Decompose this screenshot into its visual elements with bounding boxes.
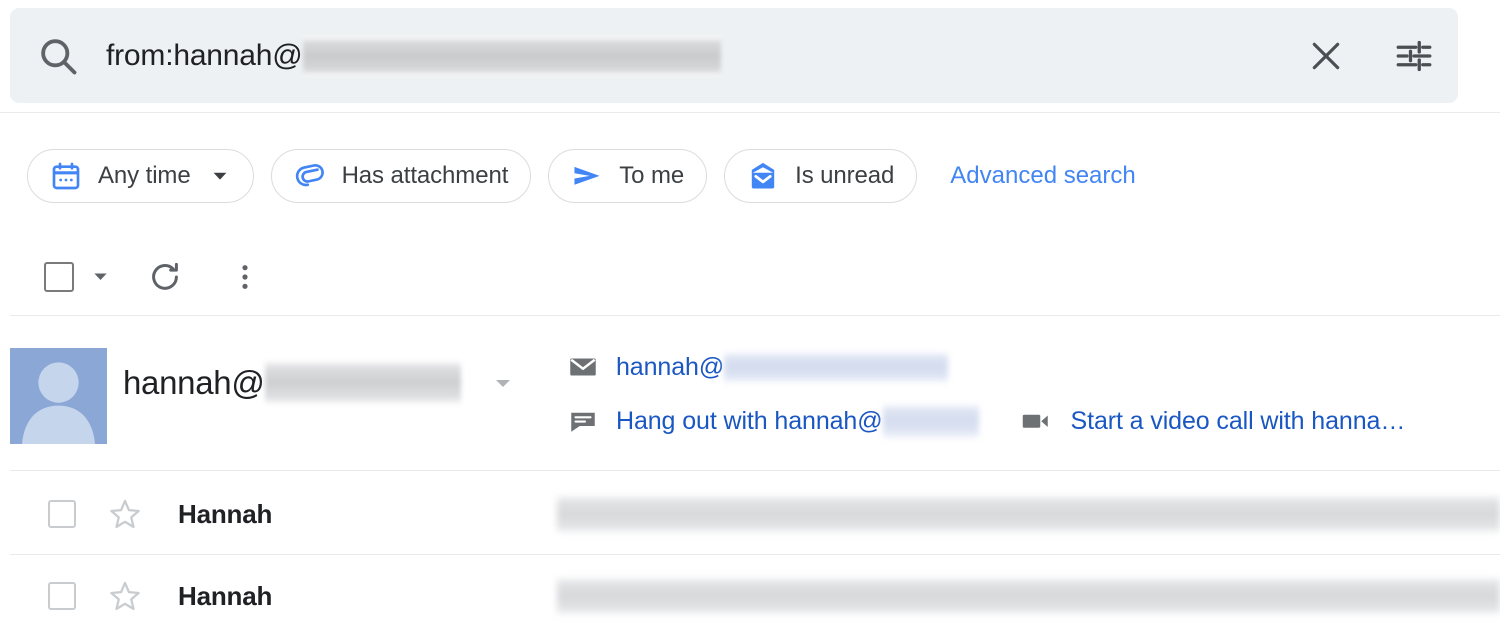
contact-action-email[interactable]: hannah@	[568, 350, 949, 384]
contact-chevron-down-icon[interactable]	[491, 371, 515, 395]
search-icon[interactable]	[10, 8, 106, 103]
contact-action-email-redacted	[724, 350, 949, 384]
chip-any-time[interactable]: Any time	[27, 148, 254, 203]
send-icon	[571, 160, 603, 192]
star-outline-icon[interactable]	[108, 497, 142, 531]
row-subject-redacted	[557, 495, 1500, 533]
paperclip-icon	[294, 160, 326, 192]
envelope-icon	[568, 352, 598, 382]
checkbox-unchecked-icon[interactable]	[48, 500, 76, 528]
table-row[interactable]: Hannah	[0, 556, 1500, 628]
search-bar[interactable]: from:hannah@	[10, 8, 1458, 103]
table-row[interactable]: Hannah	[0, 474, 1500, 554]
advanced-search-link[interactable]: Advanced search	[950, 162, 1135, 190]
search-query-redacted	[302, 35, 721, 76]
contact-name-row[interactable]: hannah@	[123, 360, 515, 405]
row-checkbox[interactable]	[48, 500, 76, 528]
gmail-search-results-page: from:hannah@ Any time Has attachment To …	[0, 0, 1500, 628]
filter-chips-row: Any time Has attachment To me Is unread …	[0, 113, 1500, 238]
chat-bubble-icon	[568, 406, 598, 436]
search-options-button[interactable]	[1370, 8, 1458, 103]
contact-action-hangout-redacted	[882, 402, 979, 440]
avatar[interactable]	[10, 348, 107, 444]
select-all-control[interactable]	[44, 261, 111, 292]
chevron-down-icon[interactable]	[209, 165, 231, 187]
chip-label-to-me: To me	[619, 161, 685, 189]
search-query-text: from:hannah@	[106, 38, 303, 72]
star-outline-icon[interactable]	[108, 579, 142, 613]
divider-below-contact-card	[10, 470, 1500, 471]
contact-action-email-line: hannah@	[568, 340, 1405, 394]
mail-unread-icon	[747, 160, 779, 192]
chip-label-is-unread: Is unread	[795, 161, 895, 189]
row-sender: Hannah	[178, 498, 273, 529]
chip-label-any-time: Any time	[98, 161, 191, 189]
more-options-button[interactable]	[219, 251, 271, 303]
contact-actions: hannah@ Hang out with hannah@ Start a vi…	[568, 340, 1405, 448]
divider-between-rows	[10, 554, 1500, 555]
search-input[interactable]: from:hannah@	[106, 8, 1282, 103]
chip-label-has-attachment: Has attachment	[341, 161, 509, 189]
chip-to-me[interactable]: To me	[548, 148, 708, 203]
chip-is-unread[interactable]: Is unread	[724, 148, 918, 203]
contact-name: hannah@	[123, 363, 265, 401]
clear-search-button[interactable]	[1282, 8, 1370, 103]
contact-action-hangout[interactable]: Hang out with hannah@	[568, 402, 979, 440]
checkbox-unchecked-icon[interactable]	[48, 582, 76, 610]
row-checkbox[interactable]	[48, 582, 76, 610]
contact-domain-redacted	[264, 360, 461, 405]
contact-action-video-call-label: Start a video call with hanna…	[1070, 406, 1406, 435]
video-camera-icon	[1019, 406, 1053, 436]
refresh-button[interactable]	[139, 251, 191, 303]
list-toolbar	[0, 238, 1500, 315]
contact-action-second-line: Hang out with hannah@ Start a video call…	[568, 394, 1405, 448]
select-all-chevron-down-icon[interactable]	[90, 266, 111, 287]
contact-action-video-call[interactable]: Start a video call with hanna…	[1019, 406, 1406, 436]
checkbox-unchecked-icon[interactable]	[44, 261, 74, 292]
contact-card: hannah@ hannah@ Hang out with hannah@ St…	[0, 316, 1500, 470]
contact-action-email-label: hannah@	[616, 352, 725, 381]
row-subject-redacted	[557, 577, 1500, 615]
contact-action-hangout-label: Hang out with hannah@	[616, 406, 883, 435]
chip-has-attachment[interactable]: Has attachment	[270, 148, 532, 203]
row-sender: Hannah	[178, 580, 273, 611]
search-region: from:hannah@	[0, 0, 1500, 113]
calendar-icon	[50, 160, 82, 192]
